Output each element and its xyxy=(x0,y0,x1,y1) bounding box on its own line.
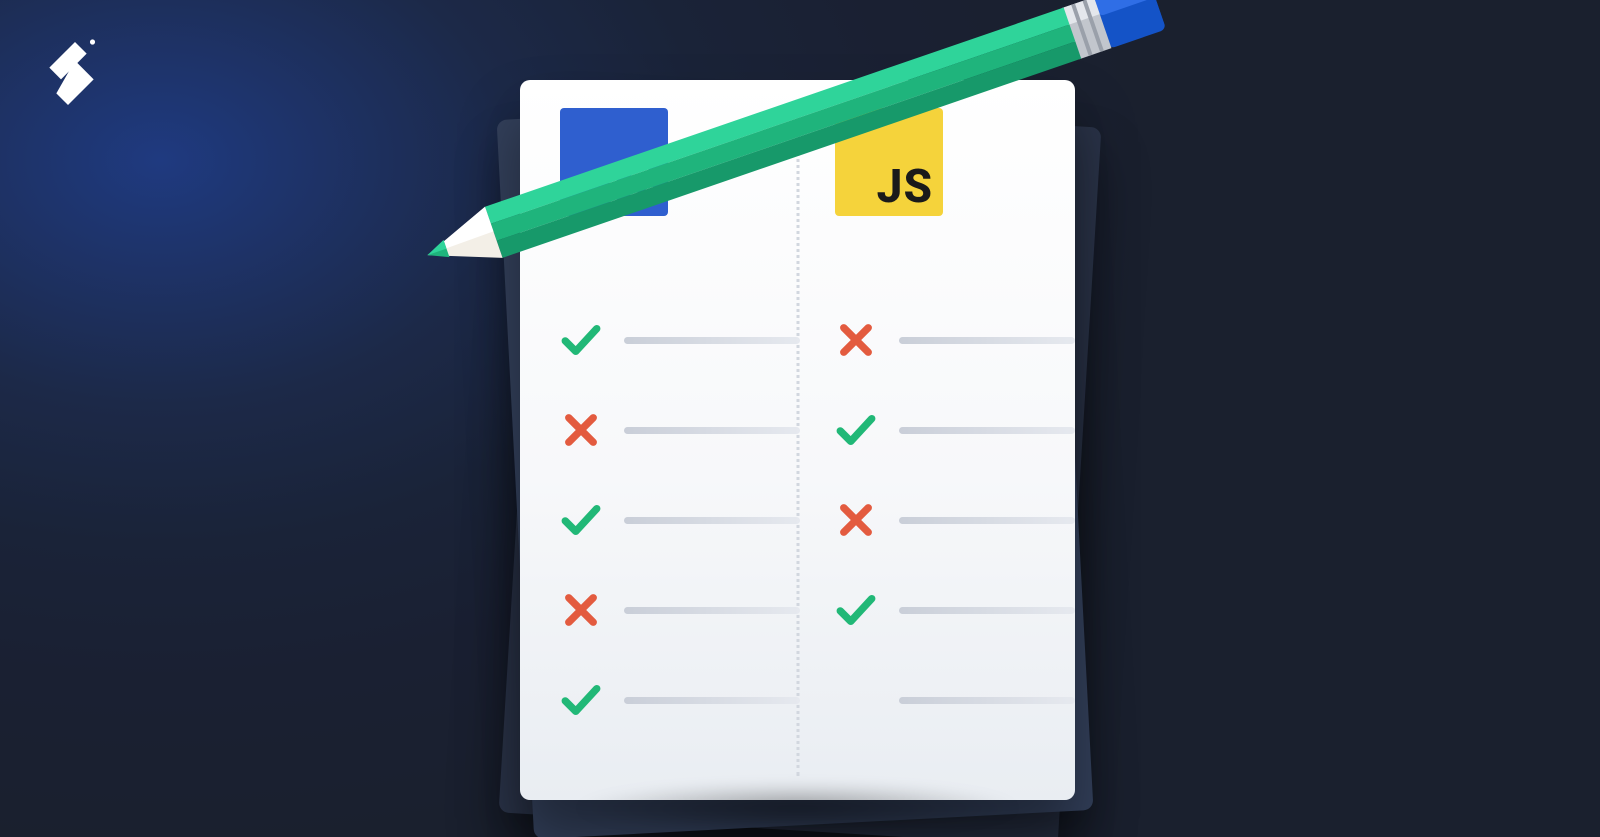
feature-row xyxy=(560,565,800,655)
feature-row xyxy=(835,655,1075,745)
javascript-badge: JS xyxy=(835,108,943,216)
ts-feature-column xyxy=(560,295,800,760)
cross-icon xyxy=(835,319,877,361)
feature-row xyxy=(560,475,800,565)
cross-icon xyxy=(560,589,602,631)
feature-row xyxy=(835,295,1075,385)
feature-row xyxy=(560,385,800,475)
cross-icon xyxy=(835,499,877,541)
js-feature-column xyxy=(835,295,1075,760)
javascript-label: JS xyxy=(877,164,933,210)
feature-row xyxy=(835,565,1075,655)
blank-icon xyxy=(835,679,877,721)
feature-placeholder-line xyxy=(899,607,1075,614)
feature-placeholder-line xyxy=(899,697,1075,704)
typescript-badge: TS xyxy=(560,108,668,216)
feature-row xyxy=(835,475,1075,565)
feature-placeholder-line xyxy=(624,427,800,434)
feature-row xyxy=(835,385,1075,475)
feature-placeholder-line xyxy=(624,337,800,344)
feature-placeholder-line xyxy=(624,697,800,704)
hero-illustration: TS JS xyxy=(0,0,1600,837)
feature-placeholder-line xyxy=(624,607,800,614)
check-icon xyxy=(835,409,877,451)
cross-icon xyxy=(560,409,602,451)
check-icon xyxy=(560,679,602,721)
feature-placeholder-line xyxy=(899,517,1075,524)
check-icon xyxy=(560,499,602,541)
feature-row xyxy=(560,295,800,385)
feature-placeholder-line xyxy=(899,337,1075,344)
check-icon xyxy=(835,589,877,631)
feature-row xyxy=(560,655,800,745)
feature-placeholder-line xyxy=(624,517,800,524)
check-icon xyxy=(560,319,602,361)
feature-placeholder-line xyxy=(899,427,1075,434)
typescript-label: TS xyxy=(599,164,658,210)
comparison-sheet: TS JS xyxy=(520,80,1075,800)
toptal-logo xyxy=(40,32,96,108)
